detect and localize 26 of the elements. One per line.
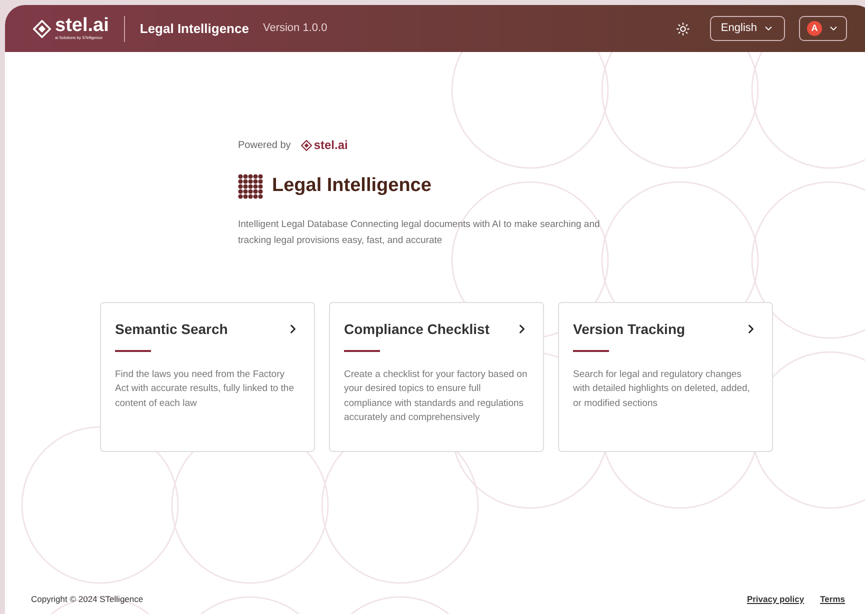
feature-card[interactable]: Semantic Search Find the laws you need from the Factory Act with accurate results, fully linked to the content of each law — [100, 302, 315, 452]
card-title: Version Tracking — [573, 320, 686, 339]
card-description: Find the laws you need from the Factory Act with accurate results, fully linked to the content of each law — [115, 368, 295, 410]
logo-text: stel.ai — [55, 17, 109, 35]
hero-description: Intelligent Legal Database Connecting legal documents with AI to make searching and tracking legal provisions easy, fast, and accurate — [238, 218, 601, 248]
theme-toggle-icon[interactable] — [676, 22, 690, 36]
card-description: Create a checklist for your factory based on your desired topics to ensure full compliance with standards and regulations accurately and comprehensively — [344, 368, 528, 425]
language-dropdown[interactable]: English — [710, 16, 785, 41]
grid-logo-icon — [238, 174, 263, 199]
version-label: Version 1.0.0 — [262, 21, 328, 36]
logo-icon — [33, 20, 51, 38]
powered-by-label: Powered by — [238, 138, 291, 152]
footer-link[interactable]: Privacy policy — [746, 592, 804, 606]
feature-card[interactable]: Version Tracking Search for legal and regulatory changes with detailed highlights on deleted, added, or modified sections — [558, 302, 773, 452]
app-title: Legal Intelligence — [140, 20, 249, 38]
footer-link[interactable]: Terms — [820, 592, 845, 606]
feature-card[interactable]: Compliance Checklist Create a checklist for your factory based on your desired topics to ensure full compliance with standards and regulations accurately and comprehensively — [329, 302, 544, 452]
card-description: Search for legal and regulatory changes with detailed highlights on deleted, added, or modified sections — [573, 368, 751, 410]
card-title: Semantic Search — [115, 320, 228, 338]
powered-logo-text: stel.ai — [314, 137, 348, 154]
hero-title: Legal Intelligence — [272, 174, 432, 198]
account-dropdown[interactable]: A — [799, 16, 847, 41]
avatar: A — [807, 21, 822, 36]
card-title: Compliance Checklist — [344, 320, 490, 339]
powered-logo-icon — [300, 140, 312, 150]
copyright-text: Copyright © 2024 STelligence — [31, 592, 144, 606]
